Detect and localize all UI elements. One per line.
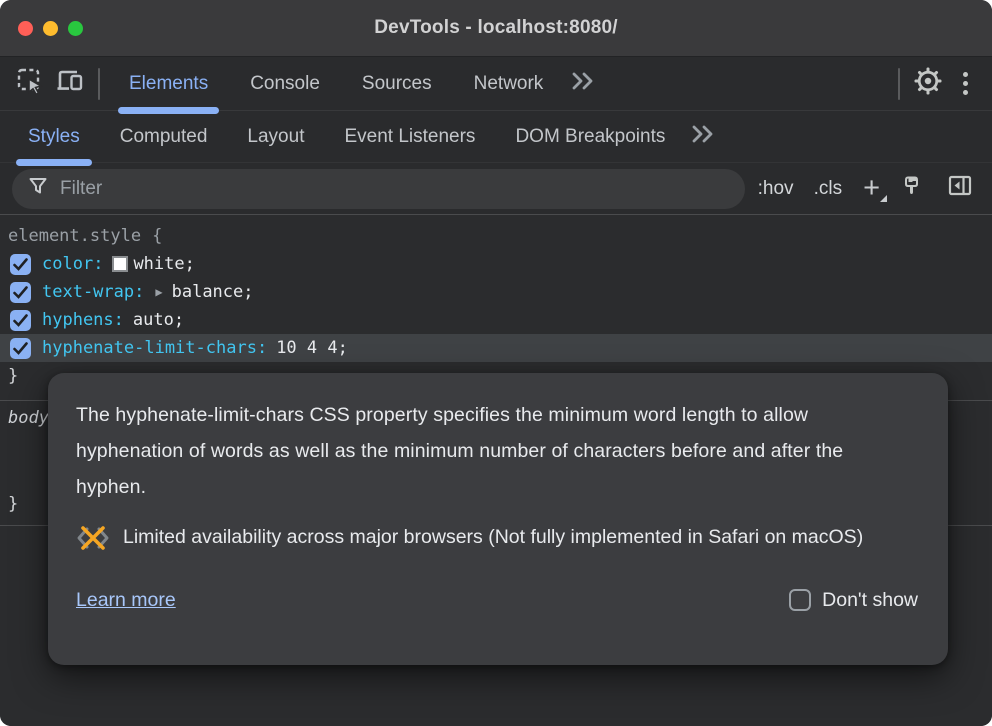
learn-more-link[interactable]: Learn more [76,582,176,618]
tab-layout[interactable]: Layout [227,111,324,163]
zoom-window-button[interactable] [68,21,83,36]
styles-pane: element.style { color: white; text-wrap:… [0,215,992,726]
device-toolbar-icon [55,66,85,101]
more-tabs-button[interactable] [564,64,598,104]
kebab-menu-icon [963,72,968,95]
css-property-row[interactable]: color: white; [0,250,992,278]
css-property-row[interactable]: hyphens: auto; [0,306,992,334]
tab-console[interactable]: Console [229,57,341,111]
tab-styles[interactable]: Styles [8,111,100,163]
tooltip-warning-row: Limited availability across major browse… [76,519,918,563]
tab-computed[interactable]: Computed [100,111,228,163]
rendering-emulations-button[interactable] [894,169,934,209]
paintbrush-icon [900,172,928,205]
more-panels-button[interactable] [685,117,721,157]
rule-selector[interactable]: body [8,408,49,428]
new-style-rule-button[interactable]: + [855,174,888,203]
settings-button[interactable] [908,64,948,104]
toggle-device-toolbar-button[interactable] [50,64,90,104]
filter-input[interactable] [60,178,729,200]
styles-filter-bar: :hov .cls + [0,163,992,215]
property-name[interactable]: hyphenate-limit-chars [42,338,257,358]
limited-availability-icon [76,525,110,563]
tab-elements[interactable]: Elements [108,57,229,111]
property-value[interactable]: balance; [172,282,254,302]
inspect-cursor-icon [15,66,45,101]
chevron-double-right-icon [690,124,716,149]
property-name[interactable]: text-wrap [42,282,134,302]
element-classes-button[interactable]: .cls [807,178,850,200]
tab-dom-breakpoints[interactable]: DOM Breakpoints [495,111,685,163]
minimize-window-button[interactable] [43,21,58,36]
dont-show-checkbox[interactable] [789,589,811,611]
main-toolbar: Elements Console Sources Network [0,57,992,111]
expand-triangle-icon[interactable]: ▶ [155,285,162,299]
inspect-element-button[interactable] [10,64,50,104]
traffic-lights [18,21,83,36]
chevron-double-right-icon [570,71,596,96]
css-property-row-hovered[interactable]: hyphenate-limit-chars: 10 4 4; [0,334,992,362]
css-property-row[interactable]: text-wrap: ▶ balance; [0,278,992,306]
tooltip-description: The hyphenate-limit-chars CSS property s… [76,397,918,505]
toolbar-divider-right [898,68,900,100]
dont-show-label: Don't show [822,582,918,618]
property-name[interactable]: hyphens [42,310,114,330]
elements-sidebar-tabs: Styles Computed Layout Event Listeners D… [0,111,992,163]
filter-field[interactable] [12,169,745,209]
property-checkbox[interactable] [10,310,31,331]
color-swatch[interactable] [112,256,128,272]
property-value[interactable]: auto; [133,310,184,330]
dropdown-corner-icon [880,195,887,202]
toggle-element-state-button[interactable]: :hov [751,178,801,200]
tab-event-listeners[interactable]: Event Listeners [324,111,495,163]
tooltip-footer: Learn more Don't show [76,582,918,618]
window-title: DevTools - localhost:8080/ [0,17,992,39]
gear-icon [913,66,943,101]
dock-panel-icon [946,172,974,205]
titlebar: DevTools - localhost:8080/ [0,0,992,57]
customize-devtools-button[interactable] [948,64,982,104]
rule-selector[interactable]: element.style [8,226,141,246]
close-window-button[interactable] [18,21,33,36]
toolbar-divider [98,68,100,100]
property-value[interactable]: 10 4 4; [276,338,348,358]
funnel-icon [28,176,48,201]
property-name[interactable]: color [42,254,93,274]
toggle-sidebar-button[interactable] [940,169,980,209]
property-documentation-tooltip: The hyphenate-limit-chars CSS property s… [48,373,948,665]
property-checkbox[interactable] [10,338,31,359]
property-checkbox[interactable] [10,282,31,303]
rule-header: element.style { [0,222,992,250]
property-value[interactable]: white; [133,254,194,274]
tooltip-warning-text: Limited availability across major browse… [123,519,863,555]
property-checkbox[interactable] [10,254,31,275]
tab-network[interactable]: Network [453,57,565,111]
tab-sources[interactable]: Sources [341,57,453,111]
dont-show-control[interactable]: Don't show [789,582,918,618]
devtools-window: DevTools - localhost:8080/ Elements Co [0,0,992,726]
